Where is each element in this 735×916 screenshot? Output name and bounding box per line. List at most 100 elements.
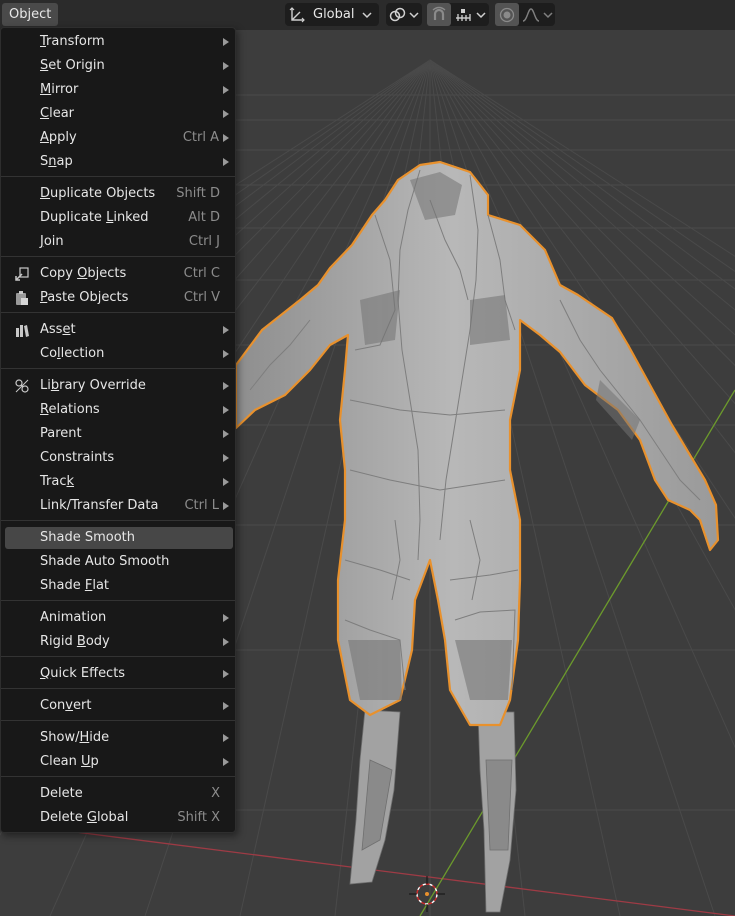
menu-item-transform[interactable]: Transform xyxy=(5,31,233,53)
menu-item-label: Shade Flat xyxy=(40,578,110,593)
menu-item-duplicate-objects[interactable]: Duplicate Objects Shift D xyxy=(5,183,233,205)
menu-item-shortcut: Ctrl J xyxy=(188,234,220,249)
menu-separator xyxy=(1,776,235,777)
menu-item-label: Shade Auto Smooth xyxy=(40,554,170,569)
menu-item-label: Clear xyxy=(40,106,74,121)
menu-item-label: Set Origin xyxy=(40,58,105,73)
menu-item-track[interactable]: Track xyxy=(5,471,233,493)
submenu-arrow-icon xyxy=(223,158,229,166)
chevron-down-icon xyxy=(543,3,553,26)
menu-item-animation[interactable]: Animation xyxy=(5,607,233,629)
chevron-down-icon xyxy=(360,3,374,26)
menu-item-clear[interactable]: Clear xyxy=(5,103,233,125)
submenu-arrow-icon xyxy=(223,454,229,462)
submenu-arrow-icon xyxy=(223,478,229,486)
object-menu-dropdown: Transform Set Origin Mirror Clear Apply Ctrl … xyxy=(0,27,236,833)
menu-item-shortcut: Ctrl C xyxy=(183,266,220,281)
snap-toggle-magnet-icon[interactable] xyxy=(427,3,451,26)
menu-item-label: Delete xyxy=(40,786,83,801)
submenu-arrow-icon xyxy=(223,86,229,94)
menu-item-shortcut: Ctrl L xyxy=(184,498,219,513)
menu-item-constraints[interactable]: Constraints xyxy=(5,447,233,469)
submenu-arrow-icon xyxy=(223,502,229,510)
menu-item-rigid-body[interactable]: Rigid Body xyxy=(5,631,233,653)
submenu-arrow-icon xyxy=(223,734,229,742)
menu-separator xyxy=(1,176,235,177)
pivot-point-dropdown[interactable] xyxy=(386,3,422,26)
menu-item-label: Apply xyxy=(40,130,77,145)
snap-increment-icon[interactable] xyxy=(451,3,475,26)
menu-item-label: Quick Effects xyxy=(40,666,126,681)
menu-item-label: Parent xyxy=(40,426,82,441)
submenu-arrow-icon xyxy=(223,758,229,766)
menu-item-label: Show/Hide xyxy=(40,730,110,745)
menu-separator xyxy=(1,688,235,689)
menu-item-apply[interactable]: Apply Ctrl A xyxy=(5,127,233,149)
menu-item-shortcut: X xyxy=(211,786,220,801)
menu-item-label: Rigid Body xyxy=(40,634,110,649)
menu-item-label: Transform xyxy=(40,34,105,49)
submenu-arrow-icon xyxy=(223,350,229,358)
menu-item-collection[interactable]: Collection xyxy=(5,343,233,365)
asset-icon xyxy=(14,322,30,338)
menu-item-shortcut: Ctrl A xyxy=(182,130,219,145)
submenu-arrow-icon xyxy=(223,430,229,438)
object-menu-button[interactable]: Object xyxy=(2,3,59,26)
submenu-arrow-icon xyxy=(223,670,229,678)
menu-item-shade-flat[interactable]: Shade Flat xyxy=(5,575,233,597)
menu-item-clean-up[interactable]: Clean Up xyxy=(5,751,233,773)
menu-item-delete-global[interactable]: Delete Global Shift X xyxy=(5,807,233,829)
menu-item-label: Shade Smooth xyxy=(40,530,135,545)
menu-item-label: Collection xyxy=(40,346,105,361)
menu-item-label: Library Override xyxy=(40,378,146,393)
menu-item-link-transfer-data[interactable]: Link/Transfer Data Ctrl L xyxy=(5,495,233,517)
pivot-point-icon xyxy=(386,3,408,26)
menu-item-library-override[interactable]: Library Override xyxy=(5,375,233,397)
menu-item-shade-smooth[interactable]: Shade Smooth xyxy=(5,527,233,549)
viewport-header: Object Global xyxy=(0,0,735,30)
menu-item-show-hide[interactable]: Show/Hide xyxy=(5,727,233,749)
proportional-editing-icon[interactable] xyxy=(495,3,519,26)
menu-item-label: Mirror xyxy=(40,82,79,97)
transform-orientation-label: Global xyxy=(313,7,355,22)
menu-item-paste-objects[interactable]: Paste Objects Ctrl V xyxy=(5,287,233,309)
menu-item-mirror[interactable]: Mirror xyxy=(5,79,233,101)
menu-item-quick-effects[interactable]: Quick Effects xyxy=(5,663,233,685)
menu-item-asset[interactable]: Asset xyxy=(5,319,233,341)
menu-item-shortcut: Alt D xyxy=(188,210,220,225)
submenu-arrow-icon xyxy=(223,62,229,70)
menu-item-duplicate-linked[interactable]: Duplicate Linked Alt D xyxy=(5,207,233,229)
menu-separator xyxy=(1,256,235,257)
submenu-arrow-icon xyxy=(223,702,229,710)
menu-item-label: Clean Up xyxy=(40,754,99,769)
transform-orientation-dropdown[interactable]: Global xyxy=(285,3,379,26)
menu-item-snap[interactable]: Snap xyxy=(5,151,233,173)
submenu-arrow-icon xyxy=(223,110,229,118)
submenu-arrow-icon xyxy=(223,638,229,646)
menu-item-delete[interactable]: Delete X xyxy=(5,783,233,805)
menu-item-shade-auto-smooth[interactable]: Shade Auto Smooth xyxy=(5,551,233,573)
menu-item-label: Delete Global xyxy=(40,810,129,825)
menu-separator xyxy=(1,600,235,601)
menu-item-label: Join xyxy=(40,234,64,249)
menu-item-shortcut: Shift D xyxy=(176,186,220,201)
menu-item-convert[interactable]: Convert xyxy=(5,695,233,717)
menu-item-label: Constraints xyxy=(40,450,115,465)
menu-item-shortcut: Ctrl V xyxy=(183,290,220,305)
snapping-group xyxy=(427,3,489,26)
menu-item-join[interactable]: Join Ctrl J xyxy=(5,231,233,253)
menu-item-copy-objects[interactable]: Copy Objects Ctrl C xyxy=(5,263,233,285)
falloff-curve-icon[interactable] xyxy=(519,3,543,26)
menu-item-label: Animation xyxy=(40,610,107,625)
menu-item-relations[interactable]: Relations xyxy=(5,399,233,421)
chevron-down-icon xyxy=(408,3,420,26)
transform-orientation-icon xyxy=(285,3,309,26)
menu-item-label: Duplicate Objects xyxy=(40,186,156,201)
menu-item-set-origin[interactable]: Set Origin xyxy=(5,55,233,77)
menu-item-parent[interactable]: Parent xyxy=(5,423,233,445)
menu-separator xyxy=(1,312,235,313)
menu-item-label: Relations xyxy=(40,402,100,417)
submenu-arrow-icon xyxy=(223,382,229,390)
submenu-arrow-icon xyxy=(223,38,229,46)
menu-item-label: Track xyxy=(40,474,75,489)
